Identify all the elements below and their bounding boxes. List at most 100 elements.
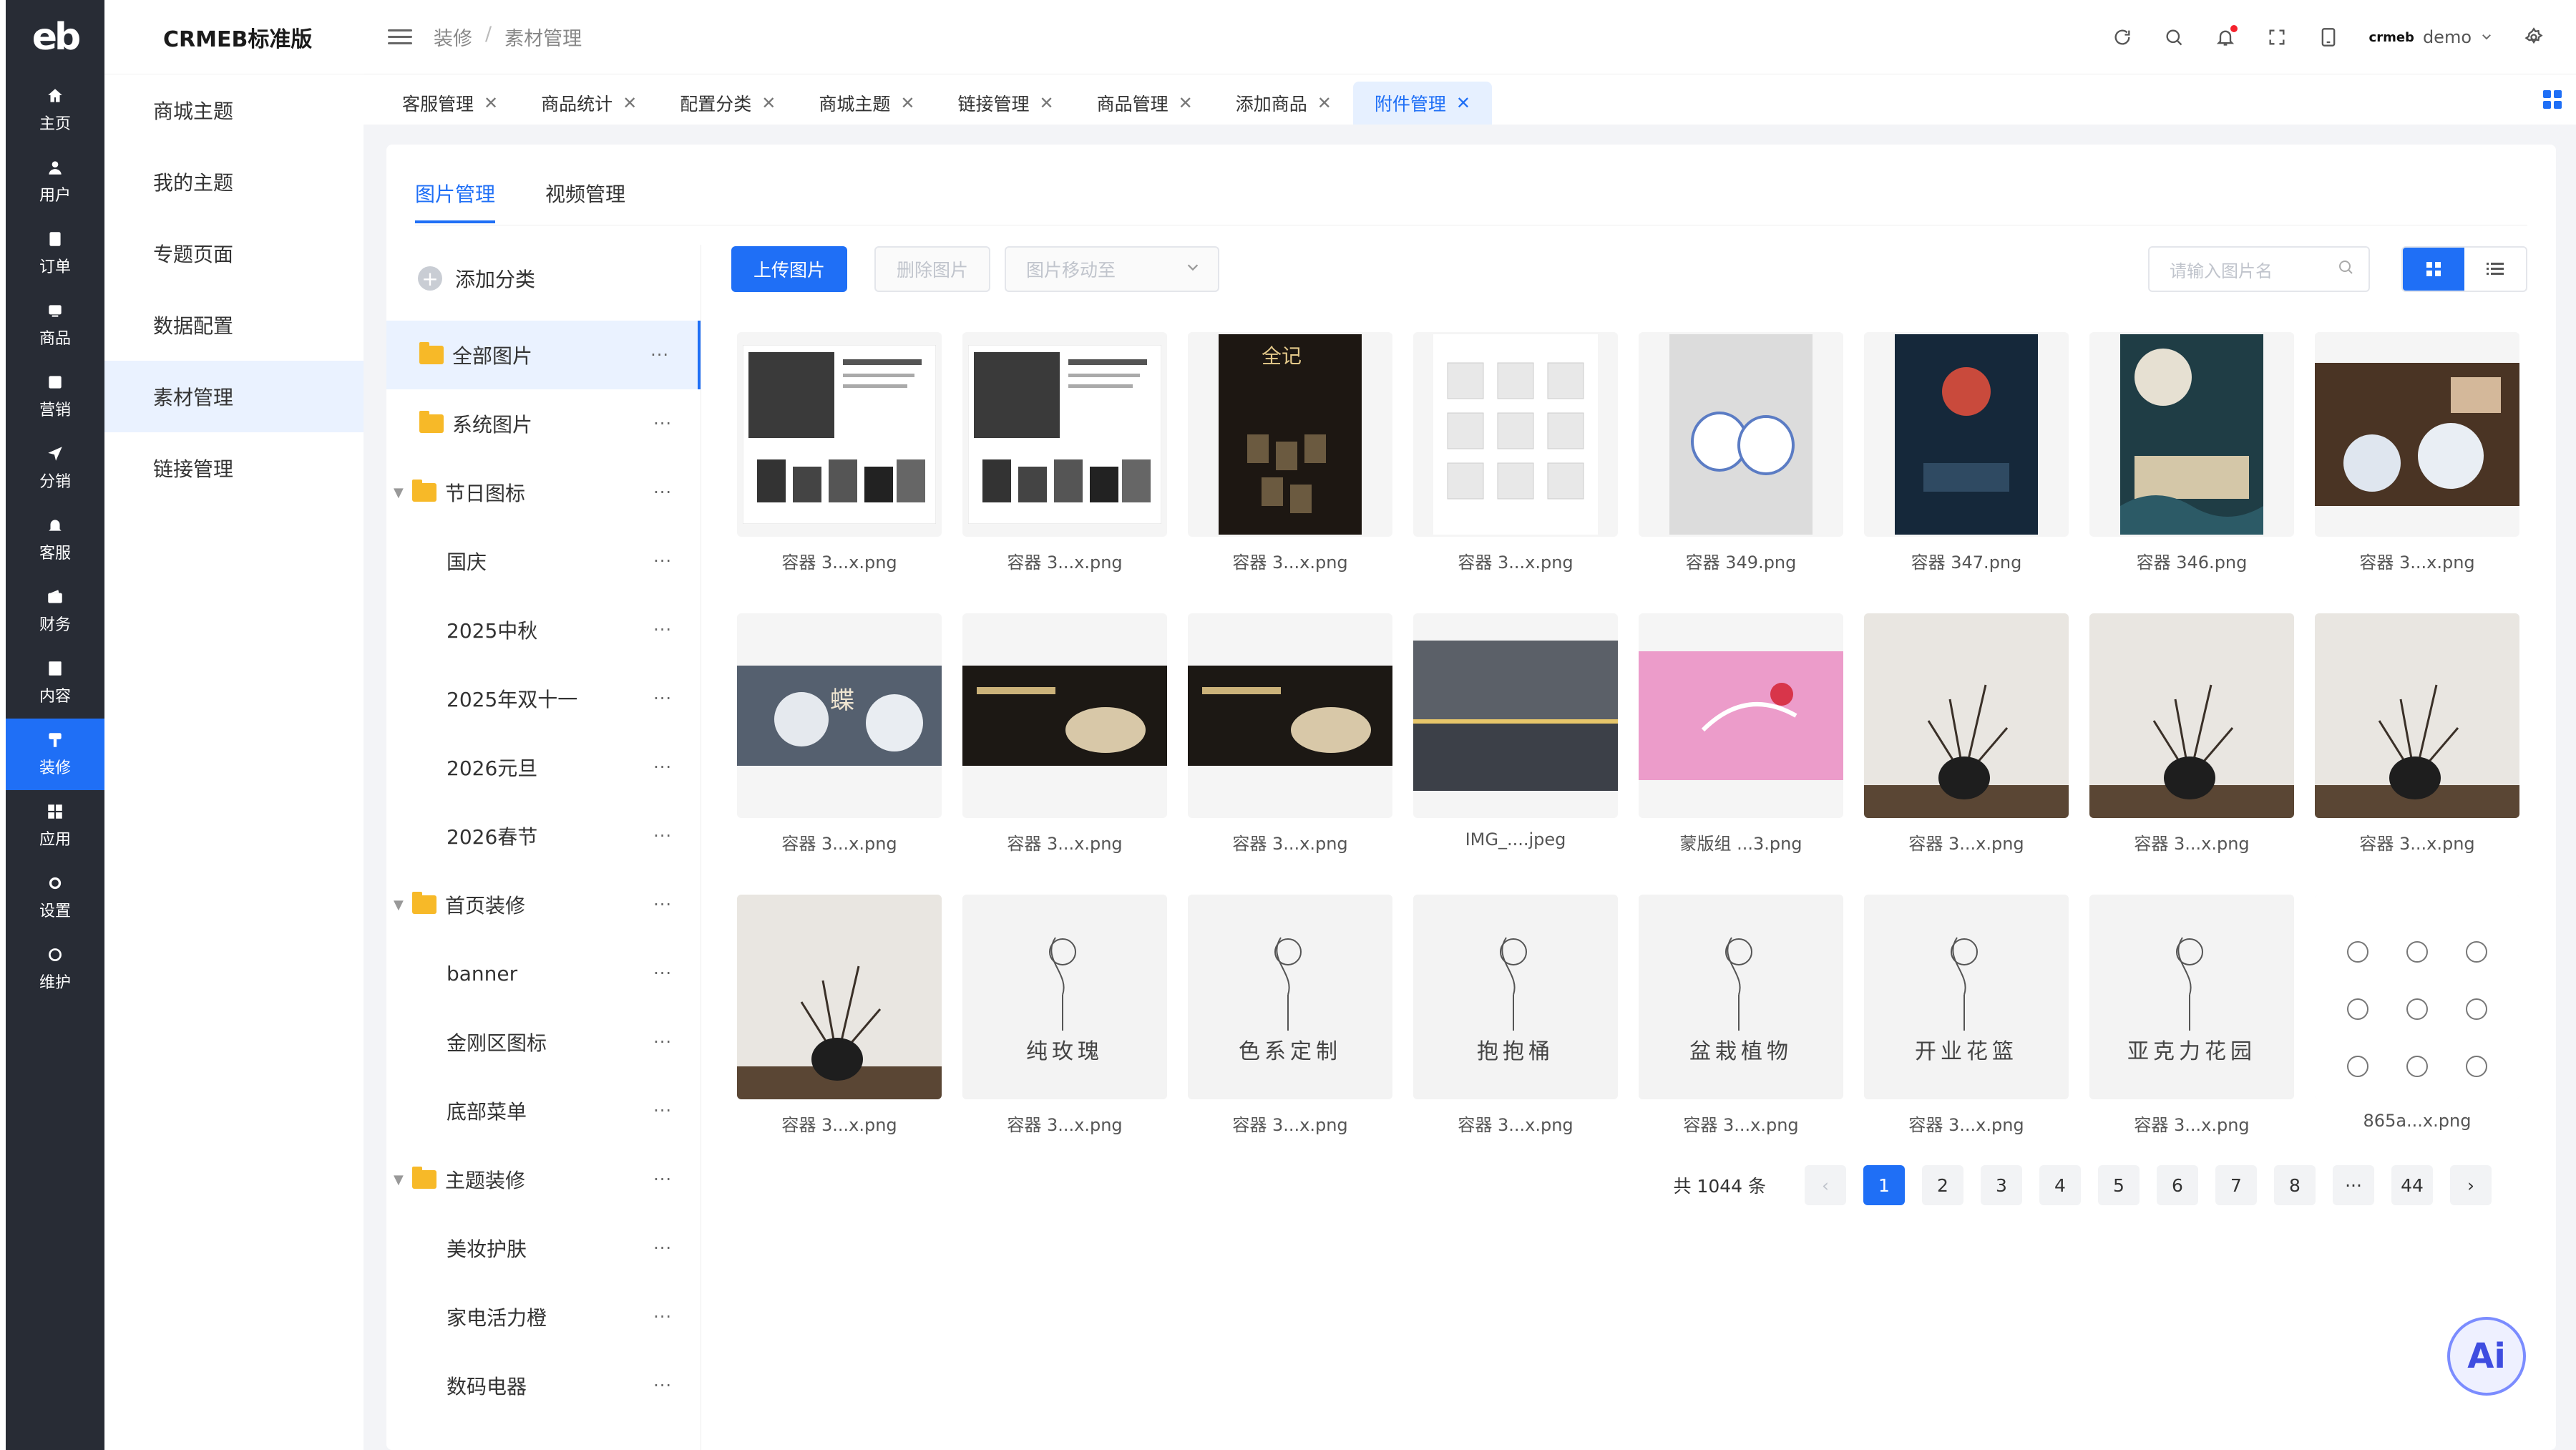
category-row[interactable]: ▼ 节日图标 ···	[386, 458, 701, 527]
more-icon[interactable]: ···	[653, 620, 672, 640]
page-number-button[interactable]: 3	[1981, 1165, 2022, 1205]
category-row[interactable]: 国庆 ···	[386, 527, 701, 595]
menu-toggle-icon[interactable]	[388, 25, 412, 49]
submenu-item-5[interactable]: 链接管理	[104, 432, 364, 504]
delete-image-button[interactable]: 删除图片	[874, 246, 990, 292]
image-thumbnail[interactable]	[2089, 332, 2294, 537]
page-tab[interactable]: 客服管理 ✕	[381, 82, 519, 125]
image-thumbnail[interactable]	[1413, 613, 1618, 818]
logo[interactable]: eb	[6, 0, 104, 74]
image-thumbnail[interactable]	[2315, 613, 2519, 818]
more-icon[interactable]: ···	[653, 688, 672, 709]
caret-down-icon[interactable]: ▼	[394, 897, 412, 913]
close-icon[interactable]: ✕	[623, 93, 637, 113]
rail-item-2[interactable]: 订单	[6, 218, 104, 289]
submenu-item-3[interactable]: 数据配置	[104, 289, 364, 361]
more-icon[interactable]: ···	[653, 963, 672, 983]
category-row[interactable]: 金刚区图标 ···	[386, 1008, 701, 1076]
category-row[interactable]: 数码电器 ···	[386, 1351, 701, 1420]
page-tab[interactable]: 附件管理 ✕	[1352, 82, 1492, 125]
image-item[interactable]: 容器 3...x.png	[737, 895, 942, 1136]
page-number-button[interactable]: 4	[2039, 1165, 2081, 1205]
image-thumbnail[interactable]	[1864, 613, 2069, 818]
page-tab[interactable]: 商品管理 ✕	[1075, 82, 1214, 125]
submenu-item-4[interactable]: 素材管理	[104, 361, 364, 432]
image-item[interactable]: 亚克力花园 容器 3...x.png	[2089, 895, 2294, 1136]
image-item[interactable]: 容器 3...x.png	[2089, 613, 2294, 855]
rail-item-7[interactable]: 财务	[6, 575, 104, 647]
image-item[interactable]: 865a...x.png	[2315, 895, 2519, 1131]
category-row[interactable]: 2026春节 ···	[386, 802, 701, 870]
image-thumbnail[interactable]	[1188, 613, 1392, 818]
image-thumbnail[interactable]: 蝶	[737, 613, 942, 818]
image-item[interactable]: 容器 3...x.png	[737, 332, 942, 573]
more-icon[interactable]: ···	[653, 1169, 672, 1189]
image-thumbnail[interactable]	[1639, 613, 1843, 818]
page-number-button[interactable]: 6	[2157, 1165, 2198, 1205]
breadcrumb-item[interactable]: 装修	[434, 23, 472, 51]
fullscreen-icon[interactable]	[2266, 26, 2288, 48]
image-thumbnail[interactable]	[2315, 895, 2519, 1099]
submenu-item-2[interactable]: 专题页面	[104, 218, 364, 289]
category-row[interactable]: ▼ 主题装修 ···	[386, 1145, 701, 1214]
rail-item-9[interactable]: 装修	[6, 719, 104, 790]
more-icon[interactable]: ···	[653, 551, 672, 571]
category-row[interactable]: ▼ 首页装修 ···	[386, 870, 701, 939]
caret-down-icon[interactable]: ▼	[394, 1172, 412, 1187]
rail-item-10[interactable]: 应用	[6, 790, 104, 862]
more-icon[interactable]: ···	[653, 414, 672, 434]
category-row[interactable]: 2026元旦 ···	[386, 733, 701, 802]
category-row[interactable]: 全部图片 ···	[386, 321, 701, 389]
search-icon[interactable]	[2163, 26, 2185, 48]
close-icon[interactable]: ✕	[1179, 93, 1193, 113]
image-item[interactable]: 容器 3...x.png	[2315, 613, 2519, 855]
page-number-button[interactable]: 8	[2274, 1165, 2316, 1205]
image-thumbnail[interactable]	[2089, 613, 2294, 818]
image-item[interactable]: 容器 3...x.png	[1864, 613, 2069, 855]
image-item[interactable]: 容器 3...x.png	[1413, 332, 1618, 573]
category-row[interactable]: banner ···	[386, 939, 701, 1008]
close-icon[interactable]: ✕	[1456, 93, 1470, 113]
close-icon[interactable]: ✕	[900, 93, 914, 113]
image-thumbnail[interactable]: 抱抱桶	[1413, 895, 1618, 1099]
category-row[interactable]: 系统图片 ···	[386, 389, 701, 458]
more-icon[interactable]: ···	[653, 826, 672, 846]
grid-view-icon[interactable]	[2403, 248, 2464, 291]
category-row[interactable]: 家电活力橙 ···	[386, 1283, 701, 1351]
caret-down-icon[interactable]: ▼	[394, 485, 412, 500]
image-thumbnail[interactable]	[737, 332, 942, 537]
rail-item-4[interactable]: 营销	[6, 361, 104, 432]
more-icon[interactable]: ···	[653, 1032, 672, 1052]
tabs-menu-icon[interactable]	[2543, 90, 2562, 109]
more-icon[interactable]: ···	[653, 1376, 672, 1396]
page-number-button[interactable]: 44	[2391, 1165, 2433, 1205]
category-row[interactable]: 2025中秋 ···	[386, 595, 701, 664]
add-category-button[interactable]: + 添加分类	[386, 253, 701, 303]
more-icon[interactable]: ···	[653, 482, 672, 502]
rail-item-11[interactable]: 设置	[6, 862, 104, 933]
more-icon[interactable]: ···	[653, 1238, 672, 1258]
more-icon[interactable]: ···	[650, 345, 669, 365]
page-tab[interactable]: 配置分类 ✕	[658, 82, 797, 125]
page-tab[interactable]: 链接管理 ✕	[937, 82, 1075, 125]
image-item[interactable]: 容器 346.png	[2089, 332, 2294, 573]
bell-icon[interactable]	[2215, 25, 2238, 48]
search-icon[interactable]	[2337, 258, 2354, 280]
image-thumbnail[interactable]	[1413, 332, 1618, 537]
image-search-input[interactable]: 请输入图片名	[2148, 246, 2370, 292]
image-item[interactable]: IMG_....jpeg	[1413, 613, 1618, 850]
image-thumbnail[interactable]	[1864, 332, 2069, 537]
list-view-icon[interactable]	[2464, 248, 2526, 291]
close-icon[interactable]: ✕	[1317, 93, 1332, 113]
rail-item-8[interactable]: 内容	[6, 647, 104, 719]
page-tab[interactable]: 添加商品 ✕	[1214, 82, 1353, 125]
tab-images[interactable]: 图片管理	[415, 179, 496, 223]
refresh-icon[interactable]	[2112, 26, 2133, 48]
image-thumbnail[interactable]: 盆栽植物	[1639, 895, 1843, 1099]
category-row[interactable]: 美妆护肤 ···	[386, 1214, 701, 1283]
close-icon[interactable]: ✕	[761, 93, 776, 113]
image-thumbnail[interactable]	[962, 332, 1167, 537]
more-icon[interactable]: ···	[653, 757, 672, 777]
page-tab[interactable]: 商品统计 ✕	[519, 82, 658, 125]
image-item[interactable]: 蝶容器 3...x.png	[737, 613, 942, 855]
